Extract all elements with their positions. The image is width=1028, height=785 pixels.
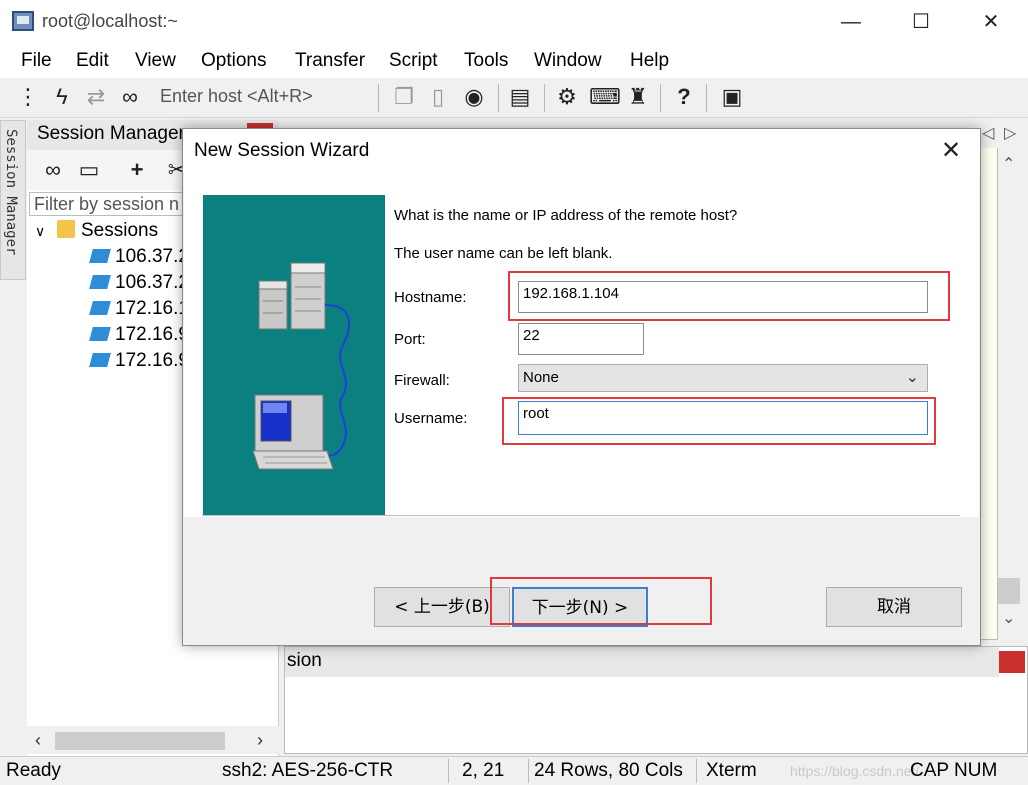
port-label: Port: — [394, 331, 426, 348]
session-item[interactable]: 106.37.2 — [89, 246, 189, 268]
securecrt-app-icon — [12, 11, 34, 31]
session-label: 106.37.2 — [115, 272, 189, 293]
status-ready: Ready — [6, 760, 61, 781]
menu-file[interactable]: File — [21, 50, 52, 72]
scrollbar-thumb[interactable] — [998, 578, 1020, 604]
menu-transfer[interactable]: Transfer — [295, 50, 365, 72]
session-item[interactable]: 172.16.1 — [89, 298, 189, 320]
find-icon[interactable]: ◉ — [460, 83, 488, 111]
dialog-divider — [202, 515, 960, 517]
command-window-close-button[interactable] — [999, 651, 1025, 673]
chevron-down-icon[interactable]: ∨ — [35, 223, 49, 240]
horizontal-scrollbar[interactable]: ‹ › — [27, 726, 279, 754]
command-window[interactable]: sion — [284, 646, 1028, 754]
maximize-button[interactable]: ☐ — [898, 6, 944, 38]
question-text: What is the name or IP address of the re… — [394, 207, 738, 224]
lightning-icon[interactable]: ϟ — [48, 83, 76, 111]
scrollbar-thumb[interactable] — [55, 732, 225, 750]
status-terminal: Xterm — [706, 760, 757, 781]
dialog-close-button[interactable]: ✕ — [931, 135, 971, 167]
sftp-icon[interactable]: ▣ — [718, 83, 746, 111]
next-button-highlight — [490, 577, 712, 625]
firewall-value: None — [523, 369, 559, 386]
session-icon — [89, 275, 111, 289]
session-label: 172.16.9 — [115, 350, 189, 371]
paste-icon[interactable]: ▯ — [424, 83, 452, 111]
server-computer-illustration-icon — [252, 262, 350, 470]
port-input[interactable]: 22 — [518, 323, 644, 355]
toolbar: ⋮ ϟ ⇄ ∞ Enter host <Alt+R> ❐ ▯ ◉ ▤ ⚙ ⌨ ♜… — [0, 78, 1028, 118]
session-item[interactable]: 172.16.9 — [89, 350, 189, 372]
session-icon — [89, 249, 111, 263]
tab-scroll-left-icon[interactable]: ◁ — [982, 123, 994, 143]
window-title: root@localhost:~ — [42, 11, 178, 31]
tree-root-label: Sessions — [81, 220, 159, 241]
settings-icon[interactable]: ⚙ — [553, 83, 581, 111]
command-window-title: sion — [285, 647, 999, 677]
status-size: 24 Rows, 80 Cols — [534, 760, 683, 781]
username-label: Username: — [394, 410, 468, 427]
session-label: 106.37.2 — [115, 246, 189, 267]
window-title-bar: root@localhost:~ — ☐ ✕ — [0, 0, 1028, 44]
session-manager-side-tab[interactable]: Session Manager — [0, 120, 26, 280]
menu-tools[interactable]: Tools — [464, 50, 508, 72]
scroll-left-icon[interactable]: ‹ — [35, 730, 41, 751]
close-button[interactable]: ✕ — [968, 6, 1014, 38]
menu-edit[interactable]: Edit — [76, 50, 109, 72]
username-highlight — [502, 397, 936, 445]
tab-scroll-right-icon[interactable]: ▷ — [1004, 123, 1016, 143]
scroll-down-icon[interactable]: ⌄ — [1002, 608, 1015, 628]
left-strip — [0, 280, 26, 756]
hostname-highlight — [508, 271, 950, 321]
status-num: NUM — [954, 760, 998, 781]
side-tab-label: Session Manager — [3, 129, 19, 256]
add-session-icon[interactable]: + — [123, 156, 151, 184]
session-item[interactable]: 106.37.2 — [89, 272, 189, 294]
chevron-down-icon[interactable]: ⌄ — [906, 367, 919, 387]
copy-icon[interactable]: ❐ — [390, 83, 418, 111]
folder-icon — [57, 220, 75, 238]
status-cap: CAP — [910, 760, 950, 781]
session-item[interactable]: 172.16.9 — [89, 324, 189, 346]
session-label: 172.16.9 — [115, 324, 189, 345]
menu-window[interactable]: Window — [534, 50, 602, 72]
status-bar: Ready ssh2: AES-256-CTR 2, 21 24 Rows, 8… — [0, 756, 1028, 785]
session-icon — [89, 301, 111, 315]
cancel-button[interactable]: 取消 — [826, 587, 962, 627]
dialog-button-area: < 上一步(B) 下一步(N) > 取消 — [184, 517, 979, 643]
menu-options[interactable]: Options — [201, 50, 266, 72]
terminal-vertical-scrollbar[interactable]: ⌃ ⌄ — [998, 148, 1028, 632]
scroll-up-icon[interactable]: ⌃ — [1002, 154, 1015, 174]
session-icon — [89, 353, 111, 367]
link-icon[interactable]: ∞ — [116, 83, 144, 111]
menu-help[interactable]: Help — [630, 50, 669, 72]
minimize-button[interactable]: — — [828, 6, 874, 38]
firewall-label: Firewall: — [394, 372, 450, 389]
link-icon[interactable]: ∞ — [39, 156, 67, 184]
keyboard-icon[interactable]: ⌨ — [589, 83, 621, 111]
tree-root-sessions[interactable]: ∨ Sessions — [35, 220, 158, 242]
key-icon[interactable]: ♜ — [624, 83, 652, 111]
network-illustration — [203, 195, 385, 537]
session-icon — [89, 327, 111, 341]
dialog-title: New Session Wizard — [194, 140, 370, 161]
help-icon[interactable]: ? — [670, 83, 698, 111]
status-cursor: 2, 21 — [462, 760, 505, 781]
session-label: 172.16.1 — [115, 298, 189, 319]
hostname-label: Hostname: — [394, 289, 467, 306]
scroll-right-icon[interactable]: › — [257, 730, 263, 751]
hint-text: The user name can be left blank. — [394, 245, 613, 262]
new-session-wizard-dialog: New Session Wizard ✕ What is the name or… — [182, 128, 981, 646]
connect-icon[interactable]: ⋮ — [14, 83, 42, 111]
print-icon[interactable]: ▤ — [506, 83, 534, 111]
enter-host-field[interactable]: Enter host <Alt+R> — [152, 84, 372, 112]
menu-bar: File Edit View Options Transfer Script T… — [0, 44, 1028, 78]
reconnect-icon[interactable]: ⇄ — [82, 83, 110, 111]
status-cipher: ssh2: AES-256-CTR — [222, 760, 394, 781]
dialog-title-bar: New Session Wizard ✕ — [183, 129, 980, 173]
firewall-select[interactable]: None ⌄ — [518, 364, 928, 392]
window-icon[interactable]: ▭ — [75, 156, 103, 184]
menu-view[interactable]: View — [135, 50, 176, 72]
menu-script[interactable]: Script — [389, 50, 438, 72]
